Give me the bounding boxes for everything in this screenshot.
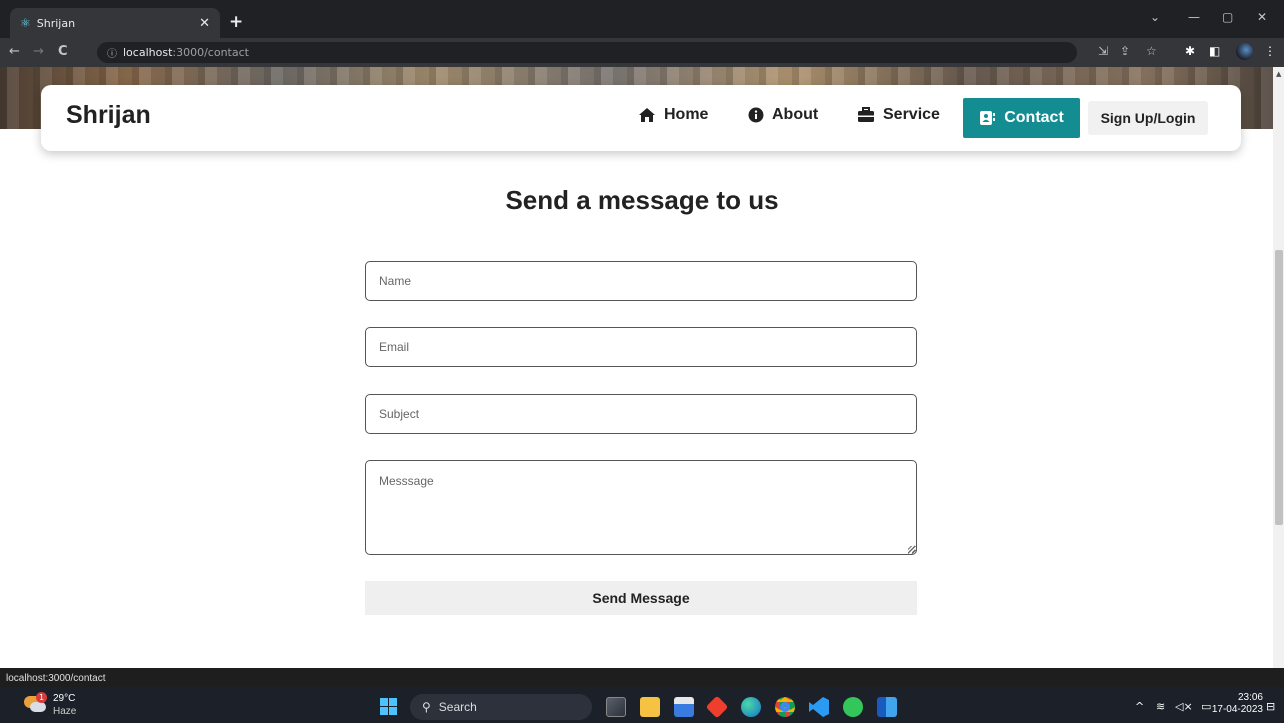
side-panel-icon[interactable]: ◧ (1209, 44, 1220, 58)
whatsapp-icon[interactable] (843, 697, 863, 717)
nav-contact[interactable]: Contact (963, 98, 1080, 138)
brand-logo[interactable]: Shrijan (66, 101, 151, 130)
taskbar-search-label: Search (438, 700, 477, 714)
forward-icon[interactable]: → (33, 44, 44, 59)
extensions-icon[interactable]: ✱ (1185, 44, 1195, 58)
search-icon: ⚲ (422, 700, 431, 714)
nav-service[interactable]: Service (857, 106, 940, 124)
menu-icon[interactable]: ⋮ (1264, 44, 1276, 58)
message-textarea[interactable] (365, 460, 917, 555)
nav-service-label: Service (883, 106, 940, 123)
nav-home-label: Home (664, 106, 709, 123)
bookmark-star-icon[interactable]: ☆ (1146, 44, 1157, 58)
page-viewport: Shrijan Home About Service Contact Sign … (0, 67, 1273, 668)
word-icon[interactable] (877, 697, 897, 717)
clock[interactable]: 23:06 17-04-2023 (1208, 692, 1263, 716)
chrome-icon[interactable] (775, 697, 795, 717)
send-message-button[interactable]: Send Message (365, 581, 917, 615)
maximize-button[interactable]: ▢ (1222, 10, 1233, 24)
status-url: localhost:3000/contact (0, 671, 112, 687)
volume-muted-icon[interactable]: ◁× (1175, 700, 1193, 713)
url-host: localhost (123, 46, 173, 59)
nav-about-label: About (772, 106, 819, 123)
tab-title: Shrijan (36, 16, 76, 30)
cloud-icon (30, 702, 46, 712)
address-book-icon (980, 111, 996, 125)
nav-about[interactable]: About (748, 106, 818, 124)
weather-temp[interactable]: 29°C (53, 693, 75, 704)
info-icon (748, 107, 764, 123)
notification-icon[interactable]: ⊟ (1266, 700, 1275, 713)
reload-icon[interactable]: C (58, 44, 68, 59)
nav-contact-label: Contact (1004, 109, 1064, 126)
weather-badge: 1 (36, 692, 47, 703)
navbar: Shrijan Home About Service Contact Sign … (41, 85, 1241, 151)
store-icon[interactable] (674, 697, 694, 717)
status-bar (0, 668, 1284, 687)
file-explorer-icon[interactable] (640, 697, 660, 717)
scroll-up-arrow-icon[interactable]: ▲ (1276, 70, 1281, 78)
clock-date: 17-04-2023 (1211, 704, 1263, 715)
tab-search-icon[interactable]: ⌄ (1150, 10, 1160, 24)
weather-condition[interactable]: Haze (53, 706, 76, 717)
nav-home[interactable]: Home (638, 106, 708, 124)
tray-chevron-icon[interactable]: ^ (1135, 700, 1144, 713)
url-path: :3000/contact (172, 46, 249, 59)
site-info-icon[interactable]: ⓘ (107, 45, 117, 60)
scrollbar-thumb[interactable] (1275, 250, 1283, 525)
home-icon (639, 108, 655, 122)
windows-start-icon[interactable] (380, 698, 397, 715)
taskbar-search[interactable]: ⚲ Search (410, 694, 592, 720)
share-icon[interactable]: ⇪ (1120, 44, 1130, 58)
minimize-button[interactable]: — (1188, 10, 1200, 24)
profile-avatar-icon[interactable] (1236, 43, 1253, 60)
signup-login-button[interactable]: Sign Up/Login (1088, 101, 1208, 135)
install-app-icon[interactable]: ⇲ (1098, 44, 1108, 58)
email-input[interactable] (365, 327, 917, 367)
wifi-icon[interactable]: ≋ (1156, 700, 1165, 713)
browser-tab[interactable]: ⚛ Shrijan ✕ (10, 8, 220, 38)
close-window-button[interactable]: ✕ (1257, 10, 1267, 24)
back-icon[interactable]: ← (9, 44, 20, 59)
new-tab-button[interactable]: + (229, 12, 243, 32)
subject-input[interactable] (365, 394, 917, 434)
close-tab-icon[interactable]: ✕ (199, 16, 210, 31)
address-bar[interactable]: ⓘ localhost :3000/contact (97, 42, 1077, 63)
react-favicon-icon: ⚛ (20, 16, 31, 30)
briefcase-icon (858, 107, 874, 122)
task-view-icon[interactable] (606, 697, 626, 717)
clock-time: 23:06 (1237, 692, 1263, 703)
name-input[interactable] (365, 261, 917, 301)
textarea-resize-grip[interactable] (908, 546, 916, 554)
edge-icon[interactable] (741, 697, 761, 717)
page-title: Send a message to us (505, 185, 779, 215)
